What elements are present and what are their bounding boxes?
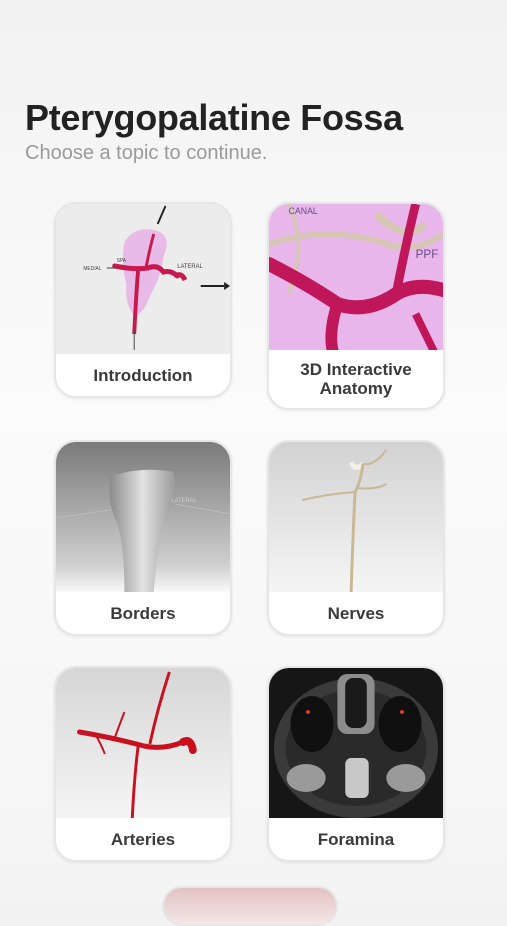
topic-label: Arteries	[56, 818, 230, 860]
topic-label: 3D Interactive Anatomy	[269, 350, 443, 408]
diagram-label-spa: SPA	[117, 258, 127, 264]
topic-card-arteries[interactable]: Arteries	[54, 666, 232, 862]
ct-scan-icon	[269, 668, 443, 822]
topic-label: Nerves	[269, 592, 443, 634]
page-title: Pterygopalatine Fossa	[25, 97, 403, 138]
topic-card-foramina[interactable]: Foramina	[267, 666, 445, 862]
overlay-label-canal: CANAL	[289, 206, 318, 216]
topic-label: Borders	[56, 592, 230, 634]
artery-model-icon	[56, 668, 230, 822]
topic-label: Introduction	[56, 354, 230, 396]
page-subtitle: Choose a topic to continue.	[25, 142, 268, 164]
topic-card-3d-interactive-anatomy[interactable]: CANAL PPF 3D Interactive Anatomy	[267, 202, 445, 410]
topic-card-introduction[interactable]: MEDIAL LATERAL SPA Introduction	[54, 202, 232, 398]
topic-card-nerves[interactable]: Nerves	[267, 440, 445, 636]
page-header: Pterygopalatine Fossa Choose a topic to …	[25, 96, 403, 166]
fossa-diagram-icon: MEDIAL LATERAL SPA	[56, 204, 230, 358]
topic-card-partial[interactable]	[162, 886, 338, 926]
topic-card-borders[interactable]: LATERAL Borders	[54, 440, 232, 636]
overlay-label-ppf: PPF	[416, 247, 439, 261]
nerve-model-icon	[269, 442, 443, 596]
fossa-borders-icon: LATERAL	[56, 442, 230, 596]
topic-label: Foramina	[269, 818, 443, 860]
diagram-label-medial: MEDIAL	[83, 266, 101, 272]
diagram-label-lateral: LATERAL	[177, 264, 203, 270]
3d-anatomy-icon: CANAL PPF	[269, 204, 443, 354]
overlay-label-lateral: LATERAL	[171, 498, 197, 504]
